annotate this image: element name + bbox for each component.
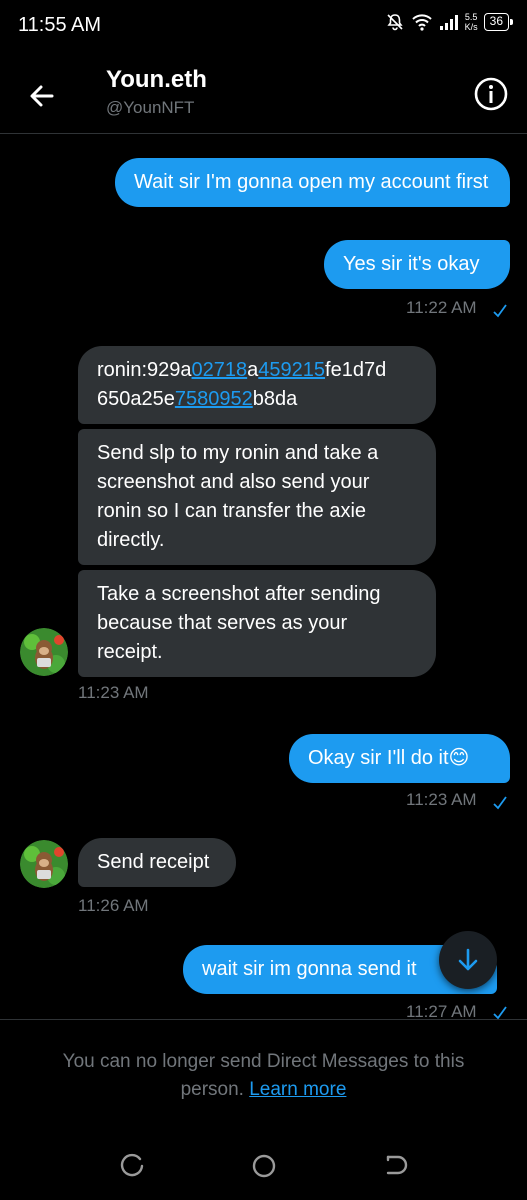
message-timestamp: 11:23 AM: [78, 683, 149, 702]
message-sent[interactable]: Yes sir it's okay: [324, 240, 510, 289]
message-timestamp: 11:22 AM: [406, 298, 477, 317]
conversation-header: Youn.eth @YounNFT: [0, 52, 527, 134]
status-time: 11:55 AM: [18, 14, 102, 36]
message-text-part: b8da: [252, 388, 298, 410]
home-icon: [252, 1154, 276, 1178]
message-received[interactable]: Take a screenshot after sending because …: [78, 570, 436, 677]
message-text: Send receipt: [97, 851, 210, 873]
message-received[interactable]: Send slp to my ronin and take a screensh…: [78, 429, 436, 565]
dm-disabled-notice: You can no longer send Direct Messages t…: [0, 1019, 527, 1119]
message-link[interactable]: 459215: [258, 359, 325, 381]
network-speed-value: 5.5: [464, 12, 478, 22]
info-button[interactable]: [473, 76, 509, 112]
back-nav-icon: [386, 1155, 408, 1175]
status-bar: 11:55 AM 5.5 K/s 36: [0, 0, 527, 52]
status-icons: 5.5 K/s 36: [385, 12, 514, 32]
scroll-to-bottom-button[interactable]: [439, 931, 497, 989]
network-speed-unit: K/s: [464, 22, 478, 32]
message-text: Yes sir it's okay: [343, 253, 480, 275]
battery-indicator: 36: [483, 13, 514, 31]
recents-icon: [120, 1153, 144, 1177]
signal-icon: [439, 15, 458, 30]
monkey-avatar-icon: [20, 840, 68, 888]
network-speed: 5.5 K/s: [465, 12, 478, 32]
home-button[interactable]: [250, 1152, 278, 1180]
learn-more-link[interactable]: Learn more: [249, 1079, 346, 1100]
sent-check-icon: [493, 796, 507, 810]
message-sent[interactable]: Wait sir I'm gonna open my account first: [115, 158, 510, 207]
recents-button[interactable]: [118, 1152, 146, 1180]
message-link[interactable]: 02718: [192, 359, 248, 381]
message-received[interactable]: Send receipt: [78, 838, 236, 887]
message-text: Wait sir I'm gonna open my account first: [134, 171, 489, 193]
avatar[interactable]: [20, 628, 68, 676]
system-nav-bar: [0, 1130, 527, 1200]
info-icon: [474, 77, 508, 111]
message-timestamp: 11:26 AM: [78, 896, 149, 915]
message-text-part: ronin:929a: [97, 359, 192, 381]
message-text: Send slp to my ronin and take a screensh…: [97, 442, 379, 551]
message-sent[interactable]: Okay sir I'll do it😊: [289, 734, 510, 783]
avatar[interactable]: [20, 840, 68, 888]
mute-bell-icon: [387, 14, 403, 31]
conversation-title: Youn.eth: [106, 66, 207, 93]
back-nav-button[interactable]: [382, 1152, 410, 1180]
back-arrow-icon: [30, 85, 54, 107]
arrow-down-icon: [458, 948, 478, 971]
sent-check-icon: [493, 1006, 507, 1020]
wifi-icon: [411, 14, 432, 31]
sent-check-icon: [493, 304, 507, 318]
monkey-avatar-icon: [20, 628, 68, 676]
message-link[interactable]: 7580952: [175, 388, 253, 410]
back-button[interactable]: [22, 76, 62, 116]
conversation-handle: @YounNFT: [106, 98, 195, 117]
message-text: wait sir im gonna send it: [202, 958, 417, 980]
message-text: Take a screenshot after sending because …: [97, 583, 381, 663]
message-received[interactable]: ronin:929a02718a459215fe1d7d 650a25e7580…: [78, 346, 436, 424]
message-timestamp: 11:23 AM: [406, 790, 477, 809]
message-text-part: a: [247, 359, 259, 381]
message-text: Okay sir I'll do it😊: [308, 747, 470, 769]
